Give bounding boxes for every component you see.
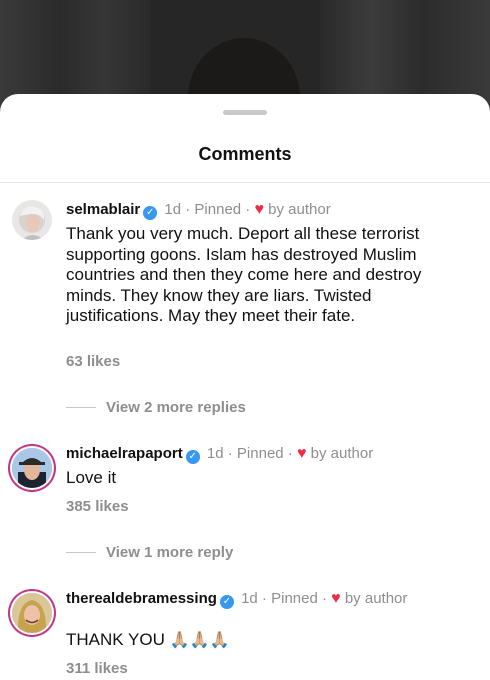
view-replies-button[interactable]: View 1 more reply — [66, 544, 233, 561]
comment-time: 1d — [206, 445, 224, 462]
sheet-drag-handle[interactable] — [223, 110, 267, 115]
pinned-label: Pinned — [194, 201, 242, 218]
likes-count[interactable]: 385 likes — [66, 498, 129, 515]
pinned-label: Pinned — [236, 445, 284, 462]
comment-text: THANK YOU 🙏🏼🙏🏼🙏🏼 — [66, 630, 462, 652]
avatar[interactable] — [12, 593, 52, 633]
comment-meta: selmablair ✓ 1d · Pinned · ♥ by author — [66, 201, 331, 220]
avatar[interactable] — [12, 448, 52, 488]
by-author-label: by author — [310, 445, 374, 462]
username[interactable]: therealdebramessing — [66, 590, 217, 607]
replies-line — [66, 407, 96, 408]
heart-icon: ♥ — [331, 590, 341, 607]
praying-hands-emoji-icon: 🙏🏼🙏🏼🙏🏼 — [169, 632, 230, 649]
heart-icon: ♥ — [254, 201, 264, 218]
title-divider — [0, 182, 490, 183]
pinned-label: Pinned — [271, 590, 318, 607]
likes-count[interactable]: 311 likes — [66, 660, 128, 677]
verified-badge-icon: ✓ — [219, 595, 234, 609]
comment-time: 1d — [241, 590, 258, 607]
verified-badge-icon: ✓ — [185, 450, 200, 464]
likes-count[interactable]: 63 likes — [66, 353, 120, 370]
comment-text: Love it — [66, 468, 117, 487]
view-replies-button[interactable]: View 2 more replies — [66, 399, 246, 416]
replies-line — [66, 552, 96, 553]
by-author-label: by author — [344, 590, 408, 607]
avatar[interactable] — [12, 200, 52, 240]
comment-meta: therealdebramessing ✓ 1d · Pinned · ♥ by … — [66, 590, 408, 609]
verified-badge-icon: ✓ — [143, 206, 158, 220]
sheet-title: Comments — [198, 144, 292, 164]
heart-icon: ♥ — [296, 445, 307, 462]
comment-meta: michaelrapaport ✓ 1d · Pinned · ♥ by auth… — [66, 445, 374, 464]
comment-time: 1d — [164, 201, 182, 218]
by-author-label: by author — [268, 201, 331, 218]
comment-text-main: THANK YOU — [66, 630, 165, 649]
comment-text: Thank you very much. Deport all these te… — [66, 224, 422, 325]
username[interactable]: selmablair — [66, 201, 140, 218]
view-replies-label: View 1 more reply — [106, 544, 234, 561]
view-replies-label: View 2 more replies — [106, 399, 246, 416]
username[interactable]: michaelrapaport — [66, 445, 183, 462]
